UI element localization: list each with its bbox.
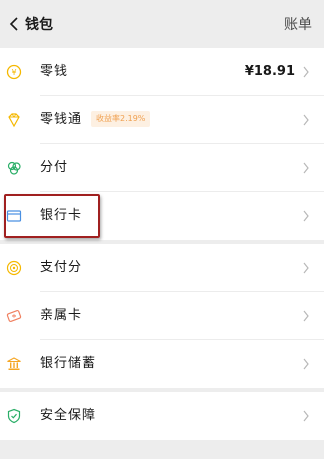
card-icon [5,207,23,225]
diamond-icon [5,111,23,129]
chevron-left-icon [9,17,18,31]
chevron-right-icon [303,66,309,78]
wallet-page: 钱包 账单 ¥ 零钱 ¥18.91 零钱通 收益率2.19% 分付 银行卡 支付… [0,0,324,459]
score-icon [5,259,23,277]
row-change[interactable]: ¥ 零钱 ¥18.91 [0,48,324,96]
family-card-icon [5,307,23,325]
row-bank-card[interactable]: 银行卡 [0,192,324,240]
row-bank-savings[interactable]: 银行储蓄 [0,340,324,388]
row-label: 银行卡 [40,208,83,223]
wallet-group-services: 支付分 亲属卡 银行储蓄 [0,244,324,388]
page-title: 钱包 [25,17,53,33]
row-pay-score[interactable]: 支付分 [0,244,324,292]
chevron-right-icon [303,358,309,370]
bill-button[interactable]: 账单 [284,14,312,34]
shield-icon [5,407,23,425]
chevron-right-icon [303,310,309,322]
yield-badge: 收益率2.19% [91,111,151,127]
chevron-right-icon [303,410,309,422]
row-label: 安全保障 [40,408,97,423]
row-security[interactable]: 安全保障 [0,392,324,440]
row-label: 亲属卡 [40,308,83,323]
bank-icon [5,355,23,373]
balance-value: ¥18.91 [244,64,295,79]
row-fenfu[interactable]: 分付 [0,144,324,192]
row-label: 银行储蓄 [40,356,97,371]
row-lingqiantong[interactable]: 零钱通 收益率2.19% [0,96,324,144]
row-label: 支付分 [40,260,83,275]
svg-text:¥: ¥ [11,68,16,77]
coin-icon: ¥ [5,63,23,81]
wallet-group-main: ¥ 零钱 ¥18.91 零钱通 收益率2.19% 分付 银行卡 [0,48,324,240]
wallet-group-security: 安全保障 [0,392,324,440]
chevron-right-icon [303,114,309,126]
row-label: 零钱通 [40,112,83,127]
row-label: 零钱 [40,64,69,79]
row-label: 分付 [40,160,69,175]
chevron-right-icon [303,262,309,274]
row-family-card[interactable]: 亲属卡 [0,292,324,340]
chevron-right-icon [303,162,309,174]
back-button[interactable] [6,14,22,34]
chevron-right-icon [303,210,309,222]
clover-icon [5,159,23,177]
header-bar: 钱包 账单 [0,0,324,47]
